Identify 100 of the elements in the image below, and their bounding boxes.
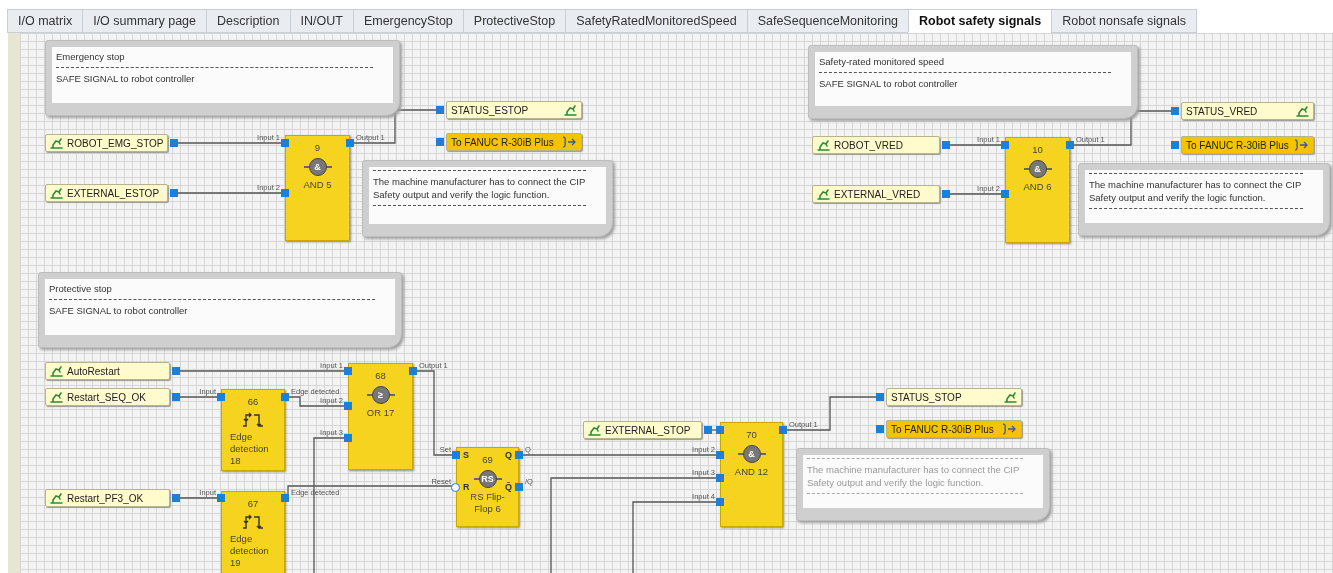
port-icon (172, 393, 180, 401)
port-icon (1066, 141, 1074, 149)
block-number: 70 (746, 428, 757, 442)
tab[interactable]: Robot nonsafe signals (1051, 9, 1197, 33)
signal-tag[interactable]: STATUS_VRED (1181, 102, 1314, 120)
port-icon (281, 393, 289, 401)
connector-icon (1001, 423, 1017, 435)
pin-letter: Q (505, 451, 512, 460)
port-icon (409, 367, 417, 375)
signal-tag[interactable]: EXTERNAL_VRED (812, 185, 940, 203)
robot-arm-icon (588, 424, 601, 436)
function-block[interactable]: 70 & AND 12 (720, 422, 783, 527)
pin-letter: S (463, 451, 469, 460)
pin-letter: R (463, 483, 470, 492)
comment-text: Protective stop (49, 282, 113, 295)
block-symbol: RS (478, 470, 497, 489)
block-label: AND 6 (1022, 181, 1053, 194)
pin-letter: Q̄ (505, 483, 512, 492)
block-number: 10 (1032, 143, 1043, 157)
signal-tag[interactable]: EXTERNAL_ESTOP (45, 184, 168, 202)
port-icon (1171, 107, 1179, 115)
port-icon (436, 138, 444, 146)
port-icon (1171, 141, 1179, 149)
port-icon (876, 425, 884, 433)
signal-tag[interactable]: EXTERNAL_STOP (583, 421, 702, 439)
block-number: 67 (247, 497, 259, 511)
signal-tag[interactable]: ROBOT_EMG_STOP (45, 134, 168, 152)
robot-arm-icon (1004, 391, 1017, 403)
block-number: 9 (314, 141, 321, 155)
comment-text: The machine manufacturer has to connect the CIP Safety output and verify the logic function. (1089, 178, 1303, 204)
function-block[interactable]: 69 RS RS Flip-Flop 6 S R Q Q̄ (456, 447, 519, 527)
block-symbol: ≥ (371, 386, 390, 405)
tab[interactable]: I/O matrix (7, 9, 84, 33)
port-icon (281, 494, 289, 502)
robot-arm-icon (817, 139, 830, 151)
block-number: 68 (375, 369, 386, 383)
robot-arm-icon (1296, 105, 1309, 117)
port-icon (170, 189, 178, 197)
tab[interactable]: SafetyRatedMonitoredSpeed (565, 9, 748, 33)
function-block[interactable]: 9 & AND 5 (285, 135, 350, 241)
signal-tag[interactable]: ROBOT_VRED (812, 136, 940, 154)
port-icon (346, 139, 354, 147)
comment-text: SAFE SIGNAL to robot controller (56, 72, 196, 85)
port-icon (436, 106, 444, 114)
robot-arm-icon (817, 188, 830, 200)
signal-tag[interactable]: STATUS_STOP (886, 388, 1022, 406)
block-number: 66 (247, 395, 259, 409)
port-icon (515, 483, 523, 491)
port-icon (876, 393, 884, 401)
robot-arm-icon (564, 104, 577, 116)
comment-text: Emergency stop (56, 50, 126, 63)
tab[interactable]: EmergencyStop (352, 9, 464, 33)
robot-arm-icon (50, 187, 63, 199)
port-icon (172, 494, 180, 502)
tab[interactable]: SafeSequenceMonitoring (746, 9, 910, 33)
block-label: Edge detection 18 (229, 431, 270, 468)
block-number: 69 (482, 453, 493, 467)
tab[interactable]: IN/OUT (289, 9, 354, 33)
comment-text: Safety-rated monitored speed (819, 55, 946, 68)
port-icon (172, 367, 180, 375)
function-block[interactable]: 66 Edge detection 18 (221, 389, 285, 471)
port-icon (942, 141, 950, 149)
block-symbol: & (308, 158, 327, 177)
block-label: AND 12 (733, 466, 770, 479)
comment-text: SAFE SIGNAL to robot controller (49, 304, 189, 317)
signal-tag[interactable]: Restart_PF3_OK (45, 489, 170, 507)
comment-text: The machine manufacturer has to connect the CIP Safety output and verify the logic function. (373, 175, 587, 201)
signal-tag[interactable]: STATUS_ESTOP (446, 101, 582, 119)
port-icon (779, 426, 787, 434)
signal-tag[interactable]: To FANUC R-30iB Plus (446, 133, 582, 151)
port-icon (942, 190, 950, 198)
tab[interactable]: Description (206, 9, 291, 33)
robot-arm-icon (50, 365, 63, 377)
robot-arm-icon (50, 492, 63, 504)
connector-icon (1293, 139, 1309, 151)
block-symbol: & (1028, 160, 1047, 179)
port-icon (704, 426, 712, 434)
function-block[interactable]: 10 & AND 6 (1005, 137, 1070, 243)
signal-tag[interactable]: AutoRestart (45, 362, 170, 380)
tab[interactable]: Robot safety signals (908, 9, 1053, 33)
robot-arm-icon (50, 391, 63, 403)
connector-icon (561, 136, 577, 148)
block-label: OR 17 (365, 407, 396, 420)
function-block[interactable]: 68 ≥ OR 17 (348, 363, 413, 470)
block-symbol: & (742, 445, 761, 464)
edge-icon (242, 412, 264, 429)
comment-text: SAFE SIGNAL to robot controller (819, 77, 959, 90)
block-label: Edge detection 19 (229, 533, 270, 570)
signal-tag[interactable]: To FANUC R-30iB Plus (886, 420, 1022, 438)
comment-text: The machine manufacturer has to connect the CIP Safety output and verify the logic function. (807, 463, 1021, 489)
tab[interactable]: ProtectiveStop (462, 9, 567, 33)
robot-arm-icon (50, 137, 63, 149)
port-icon (170, 139, 178, 147)
edge-icon (242, 514, 264, 531)
signal-tag[interactable]: Restart_SEQ_OK (45, 388, 170, 406)
port-icon (515, 451, 523, 459)
function-block[interactable]: 67 Edge detection 19 (221, 491, 285, 573)
block-label: RS Flip-Flop 6 (469, 491, 505, 516)
tab[interactable]: I/O summary page (82, 9, 207, 33)
signal-tag[interactable]: To FANUC R-30iB Plus (1181, 136, 1314, 154)
